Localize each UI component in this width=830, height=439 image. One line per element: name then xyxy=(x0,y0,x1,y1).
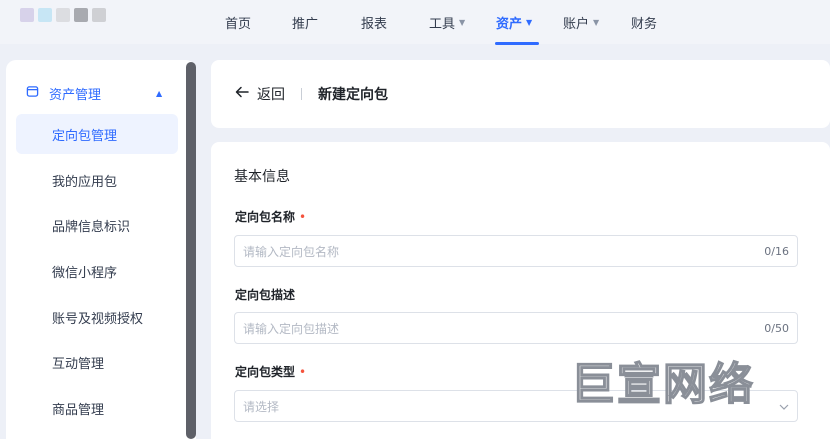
divider xyxy=(301,88,302,100)
chevron-down-icon: ▼ xyxy=(459,17,466,27)
nav-label: 报表 xyxy=(361,16,388,32)
sidebar-scrollbar[interactable] xyxy=(186,62,196,439)
field-label-text: 定向包名称 xyxy=(235,210,296,224)
section-title: 基本信息 xyxy=(234,169,290,185)
nav-item-finance[interactable]: 财务 xyxy=(631,11,657,33)
nav-label: 推广 xyxy=(292,16,319,32)
package-description-input[interactable]: 请输入定向包描述 0/50 xyxy=(234,312,798,344)
sidebar-item-interaction[interactable]: 互动管理 xyxy=(16,342,178,382)
char-counter: 0/16 xyxy=(764,244,789,258)
input-placeholder: 请输入定向包名称 xyxy=(243,244,340,259)
nav-label: 账户 xyxy=(563,16,590,32)
package-name-input[interactable]: 请输入定向包名称 0/16 xyxy=(234,235,798,267)
nav-item-tools[interactable]: 工具 ▼ xyxy=(429,11,465,33)
chevron-up-icon: ▲ xyxy=(156,89,163,98)
nav-label: 资产 xyxy=(496,16,523,32)
type-field-label: 定向包类型 • xyxy=(235,363,306,380)
page-title: 新建定向包 xyxy=(318,87,388,103)
nav-item-reports[interactable]: 报表 xyxy=(361,11,387,33)
nav-item-assets[interactable]: 资产 ▼ xyxy=(496,11,532,33)
logo[interactable] xyxy=(20,8,112,34)
nav-item-promotion[interactable]: 推广 xyxy=(292,11,318,33)
select-placeholder: 请选择 xyxy=(243,399,280,414)
nav-item-account[interactable]: 账户 ▼ xyxy=(563,11,599,33)
sidebar-item-label: 品牌信息标识 xyxy=(52,219,131,235)
back-label: 返回 xyxy=(257,87,285,103)
sidebar-item-my-app-packages[interactable]: 我的应用包 xyxy=(16,160,178,200)
sidebar-item-label: 微信小程序 xyxy=(52,265,118,281)
chevron-down-icon xyxy=(779,399,789,413)
sidebar-item-wechat-miniprogram[interactable]: 微信小程序 xyxy=(16,251,178,291)
sidebar-item-label: 定向包管理 xyxy=(52,128,118,144)
required-marker: • xyxy=(299,365,307,379)
folder-icon xyxy=(26,85,39,102)
top-navbar: 首页 推广 报表 工具 ▼ 资产 ▼ 账户 ▼ 财务 xyxy=(0,0,830,45)
nav-label: 财务 xyxy=(631,16,658,32)
arrow-left-icon xyxy=(235,86,249,102)
sidebar: 资产管理 ▲ 定向包管理 我的应用包 品牌信息标识 微信小程序 账号及视频授权 … xyxy=(6,60,196,439)
desc-field-label: 定向包描述 xyxy=(235,286,295,303)
active-nav-indicator xyxy=(495,42,539,45)
field-label-text: 定向包类型 xyxy=(235,365,296,379)
required-marker: • xyxy=(299,210,307,224)
sidebar-item-products[interactable]: 商品管理 xyxy=(16,388,178,428)
sidebar-item-label: 商品管理 xyxy=(52,402,105,418)
chevron-down-icon: ▼ xyxy=(526,17,533,27)
sidebar-item-account-video-auth[interactable]: 账号及视频授权 xyxy=(16,297,178,337)
sidebar-section-label: 资产管理 xyxy=(49,88,102,103)
sidebar-item-label: 互动管理 xyxy=(52,356,105,372)
chevron-down-icon: ▼ xyxy=(593,17,600,27)
char-counter: 0/50 xyxy=(764,321,789,335)
page-header: 返回 新建定向包 xyxy=(211,60,830,128)
nav-item-home[interactable]: 首页 xyxy=(225,11,251,33)
name-field-label: 定向包名称 • xyxy=(235,208,306,225)
sidebar-section-assets[interactable]: 资产管理 ▲ xyxy=(26,84,176,103)
input-placeholder: 请输入定向包描述 xyxy=(243,321,340,336)
sidebar-item-audience-packages[interactable]: 定向包管理 xyxy=(16,114,178,154)
watermark-logo: 巨宣网络 xyxy=(570,358,755,411)
sidebar-item-label: 我的应用包 xyxy=(52,174,118,190)
back-button[interactable]: 返回 xyxy=(235,84,285,104)
field-label-text: 定向包描述 xyxy=(235,288,296,302)
nav-label: 首页 xyxy=(225,16,252,32)
nav-label: 工具 xyxy=(429,16,456,32)
sidebar-item-label: 账号及视频授权 xyxy=(52,311,144,327)
sidebar-item-brand-info[interactable]: 品牌信息标识 xyxy=(16,205,178,245)
